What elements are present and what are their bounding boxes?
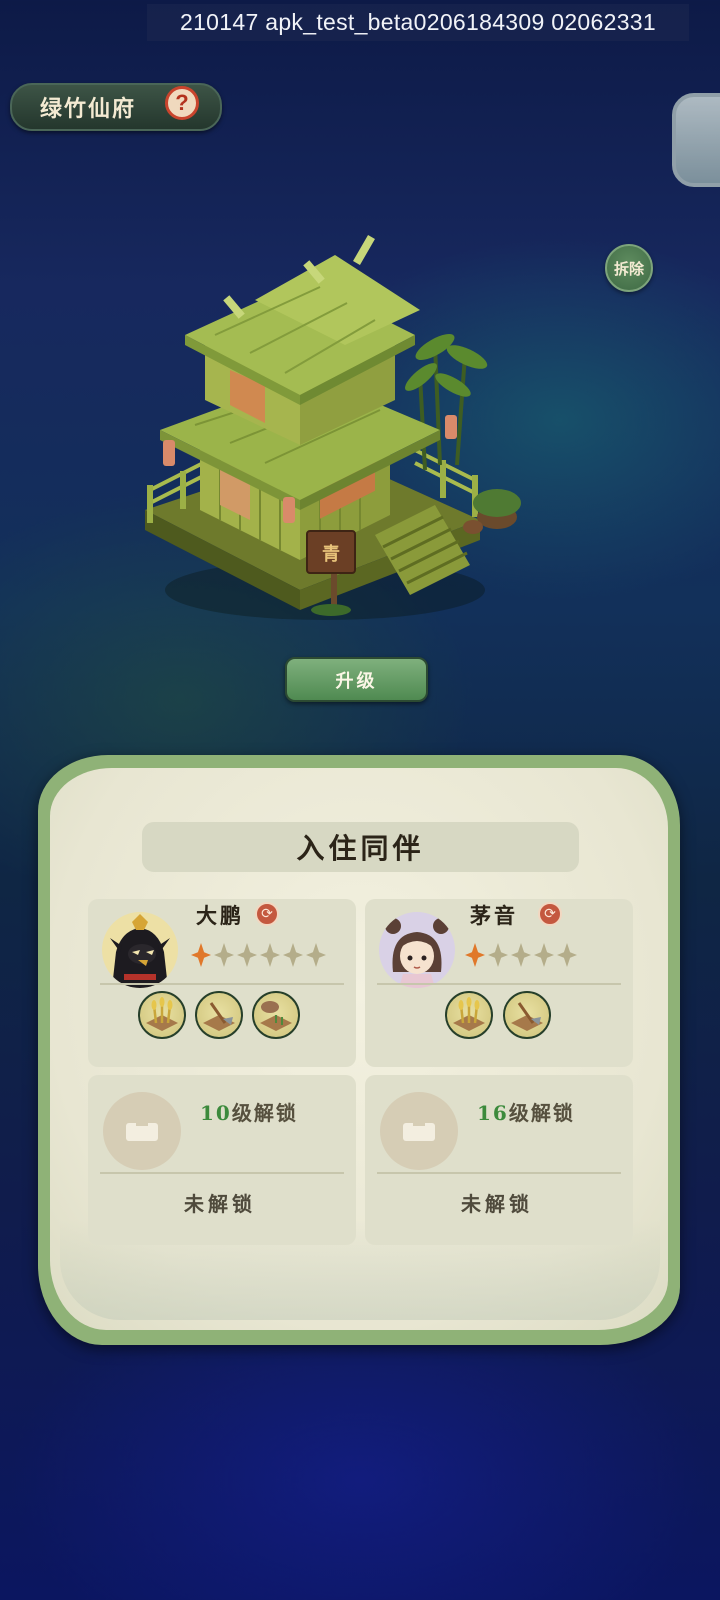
- building-title: 绿竹仙府: [40, 96, 137, 122]
- demolish-button[interactable]: 拆除: [605, 244, 653, 292]
- star-empty-icon: [488, 943, 508, 967]
- card-divider: [377, 1172, 621, 1174]
- star-empty-icon: [511, 943, 531, 967]
- swap-icon[interactable]: ⟳: [538, 902, 562, 926]
- locked-status-text: 未解锁: [461, 1192, 533, 1216]
- dapeng-portrait-image: [110, 914, 170, 988]
- locked-status-text: 未解锁: [184, 1192, 256, 1216]
- star-empty-icon: [237, 943, 257, 967]
- empty-bed-icon: [126, 1120, 158, 1141]
- star-empty-icon: [260, 943, 280, 967]
- companion-avatar: [102, 912, 178, 988]
- harvest-icon[interactable]: [138, 991, 186, 1039]
- star-empty-icon: [214, 943, 234, 967]
- maoyin-portrait-image: [385, 918, 449, 988]
- companion-star-rating: [190, 942, 327, 968]
- companion-name: 大鹏: [196, 903, 244, 928]
- unlock-level-text: 10级解锁: [200, 1101, 298, 1125]
- upgrade-button[interactable]: 升级: [285, 657, 428, 702]
- house-sign-char: 青: [322, 544, 340, 565]
- star-empty-icon: [306, 943, 326, 967]
- star-filled-icon: [191, 943, 211, 967]
- hoe-icon[interactable]: [503, 991, 551, 1039]
- card-divider: [100, 983, 344, 985]
- unlock-level-text: 16级解锁: [477, 1101, 575, 1125]
- star-empty-icon: [283, 943, 303, 967]
- side-tab-button[interactable]: [672, 93, 720, 187]
- star-filled-icon: [465, 943, 485, 967]
- build-info-bar: 210147 apk_test_beta0206184309 02062331: [147, 4, 689, 41]
- locked-slot-placeholder: [103, 1092, 181, 1170]
- card-divider: [377, 983, 621, 985]
- harvest-icon[interactable]: [445, 991, 493, 1039]
- card-divider: [100, 1172, 344, 1174]
- panel-title: 入住同伴: [296, 832, 425, 865]
- bamboo-house-image: 青: [145, 235, 521, 620]
- companion-star-rating: [464, 942, 578, 968]
- star-empty-icon: [534, 943, 554, 967]
- hoe-icon[interactable]: [195, 991, 243, 1039]
- swap-icon[interactable]: ⟳: [255, 902, 279, 926]
- empty-bed-icon: [403, 1120, 435, 1141]
- help-icon[interactable]: ?: [165, 86, 199, 120]
- watering-icon[interactable]: [252, 991, 300, 1039]
- companion-name: 茅音: [470, 903, 518, 928]
- companion-avatar: [379, 912, 455, 988]
- locked-slot-placeholder: [380, 1092, 458, 1170]
- star-empty-icon: [557, 943, 577, 967]
